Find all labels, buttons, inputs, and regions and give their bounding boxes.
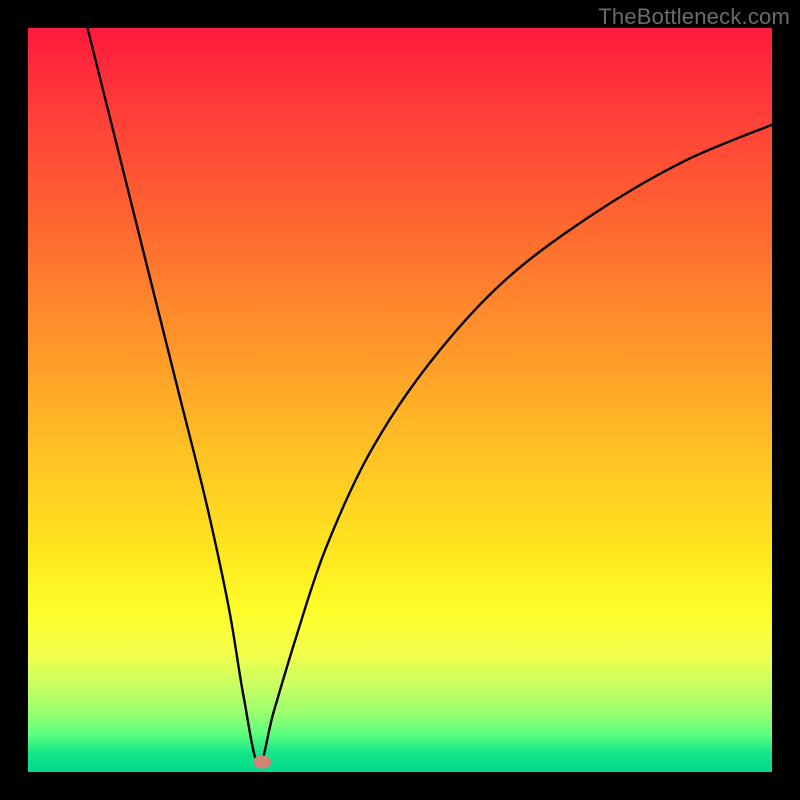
bottleneck-gradient-background bbox=[28, 28, 772, 772]
optimum-marker bbox=[253, 755, 271, 768]
chart-frame bbox=[28, 28, 772, 772]
attribution-text: TheBottleneck.com bbox=[598, 4, 790, 30]
